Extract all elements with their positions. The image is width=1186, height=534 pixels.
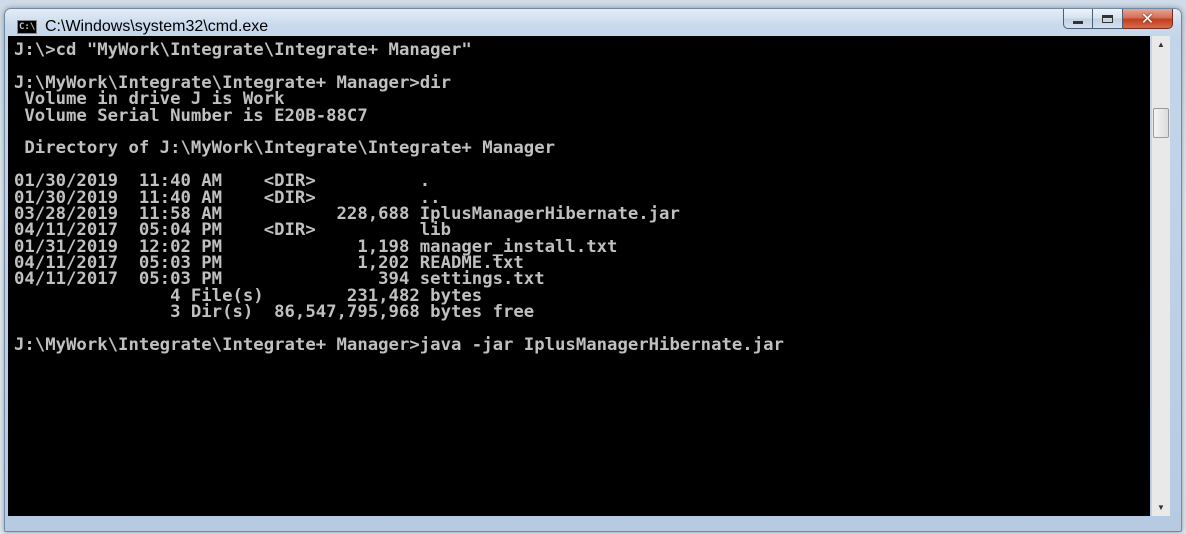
scroll-thumb[interactable]: [1153, 108, 1169, 138]
console-line: Directory of J:\MyWork\Integrate\Integra…: [14, 138, 556, 159]
console-line: J:\>cd "MyWork\Integrate\Integrate+ Mana…: [14, 40, 472, 60]
cmd-app-icon[interactable]: C:\: [17, 20, 37, 34]
close-button[interactable]: ✕: [1123, 9, 1173, 29]
console-line: Volume Serial Number is E20B-88C7: [14, 105, 368, 126]
console-text: J:\>cd "MyWork\Integrate\Integrate+ Mana…: [8, 36, 1150, 356]
scroll-up-arrow-icon[interactable]: ▲: [1152, 36, 1170, 53]
console-line: J:\MyWork\Integrate\Integrate+ Manager>j…: [14, 335, 784, 356]
close-icon: ✕: [1140, 8, 1155, 28]
maximize-icon: [1102, 14, 1113, 23]
minimize-icon: [1073, 21, 1083, 24]
console-output[interactable]: J:\>cd "MyWork\Integrate\Integrate+ Mana…: [8, 36, 1150, 516]
maximize-button[interactable]: [1093, 9, 1123, 29]
console-line: 3 Dir(s) 86,547,795,968 bytes free: [14, 302, 535, 323]
vertical-scrollbar[interactable]: ▲ ▼: [1151, 36, 1170, 516]
minimize-button[interactable]: [1063, 9, 1093, 29]
window-title: C:\Windows\system32\cmd.exe: [45, 18, 269, 35]
caption-buttons: ✕: [1063, 9, 1173, 31]
scroll-down-arrow-icon[interactable]: ▼: [1152, 499, 1170, 516]
